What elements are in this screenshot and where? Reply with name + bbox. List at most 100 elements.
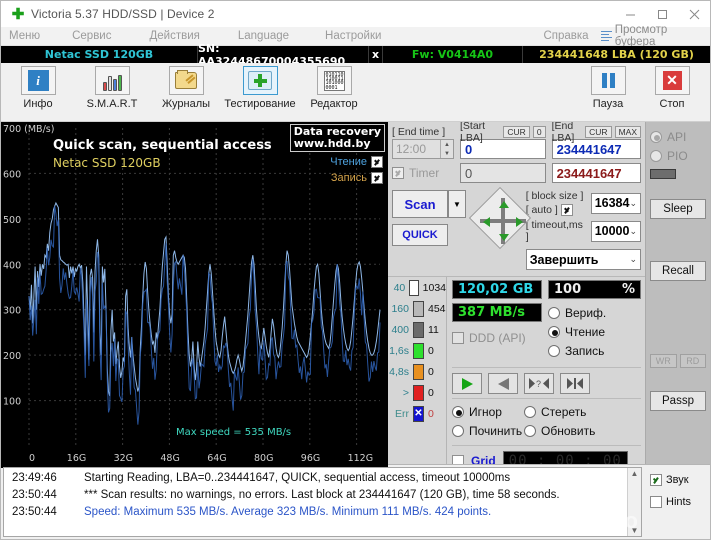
action-ignore-radio[interactable] — [452, 405, 464, 418]
ddd-api-checkbox[interactable] — [452, 331, 464, 344]
mode-write[interactable]: Запись — [548, 341, 641, 360]
action-repair-radio[interactable] — [452, 424, 464, 437]
timing-count: 0 — [428, 386, 434, 399]
timing-threshold: > — [402, 386, 409, 399]
end-lba-input[interactable]: 234441647 — [551, 139, 641, 159]
log-text: Speed: Maximum 535 MB/s. Average 323 MB/… — [84, 506, 492, 518]
svg-text:48G: 48G — [160, 453, 179, 464]
device-lba-capacity: 234441648 LBA (120 GB) — [539, 48, 694, 61]
block-size-label: [ block size ] — [525, 190, 584, 202]
svg-text:32G: 32G — [114, 453, 133, 464]
toolbar-right-group: Пауза ✕ Стоп — [576, 63, 710, 110]
mode-read[interactable]: Чтение — [548, 322, 641, 341]
mode-verify-radio[interactable] — [548, 306, 560, 319]
timing-count: 0 — [428, 365, 434, 378]
legend-item-write[interactable]: Запись — [330, 172, 383, 184]
legend-label-write: Запись — [330, 172, 367, 184]
action-erase[interactable]: Стереть — [524, 402, 641, 421]
dpad-left-icon[interactable] — [483, 217, 490, 227]
svg-text:200: 200 — [3, 351, 21, 362]
device-serial: SN: AA32448670004355690 — [197, 42, 369, 68]
rail-api-row[interactable]: API — [650, 127, 706, 146]
dpad-down-icon[interactable] — [499, 234, 509, 241]
hints-checkbox[interactable] — [650, 496, 662, 508]
play-button[interactable] — [452, 373, 482, 394]
timer-checkbox[interactable] — [392, 166, 404, 179]
api-radio[interactable] — [650, 130, 662, 143]
capacity-display: 120,02 GB — [452, 280, 542, 299]
action-repair[interactable]: Починить — [452, 421, 522, 440]
hints-option[interactable]: Hints — [650, 491, 710, 513]
scan-button[interactable]: Scan — [392, 190, 448, 218]
rewind-button[interactable] — [488, 373, 518, 394]
start-lba-header: [Start LBA] CUR 0 — [460, 120, 546, 144]
ddd-api-row[interactable]: DDD (API) — [452, 328, 542, 347]
passport-button[interactable]: Passp — [650, 391, 706, 411]
start-lba-secondary[interactable]: 0 — [460, 163, 546, 183]
timer-checkbox-row[interactable]: Timer — [392, 163, 454, 182]
end-lba-cur-button[interactable]: CUR — [585, 126, 612, 138]
toolbar-button-testing[interactable]: Тестирование — [223, 63, 297, 110]
recall-button[interactable]: Recall — [650, 261, 706, 281]
sleep-button[interactable]: Sleep — [650, 199, 706, 219]
end-lba-secondary[interactable]: 234441647 — [551, 163, 641, 183]
timing-count: 11 — [428, 323, 439, 336]
legend-item-read[interactable]: Чтение — [330, 156, 383, 168]
pio-radio[interactable] — [650, 149, 662, 162]
menu-item-service[interactable]: Сервис — [52, 27, 123, 46]
quick-button[interactable]: QUICK — [392, 224, 448, 246]
svg-text:100: 100 — [3, 397, 21, 408]
mode-read-radio[interactable] — [548, 325, 560, 338]
main-toolbar: i Инфо S.M.A.R.T Журналы Тестирование 01… — [1, 63, 710, 122]
percent-value: 100 — [554, 282, 582, 297]
action-erase-radio[interactable] — [524, 405, 536, 418]
svg-text:300: 300 — [3, 306, 21, 317]
end-lba-max-button[interactable]: MAX — [614, 126, 641, 138]
legend-checkbox-write[interactable] — [371, 172, 383, 184]
finish-action-select[interactable]: Завершить ⌄ — [525, 249, 641, 270]
rail-pio-row[interactable]: PIO — [650, 146, 706, 165]
block-size-select[interactable]: 16384 ⌄ — [590, 192, 641, 214]
log-text: *** Scan results: no warnings, no errors… — [84, 489, 560, 501]
toolbar-button-pause[interactable]: Пауза — [576, 63, 640, 110]
timeout-select[interactable]: 10000 ⌄ — [590, 220, 641, 242]
menu-item-menu[interactable]: Меню — [1, 27, 52, 46]
scan-params-group: [ block size ] [ auto ] 16384 ⌄ [timeou… — [525, 190, 641, 270]
sound-option[interactable]: Звук — [650, 469, 710, 491]
toolbar-button-stop[interactable]: ✕ Стоп — [640, 63, 704, 110]
start-lba-cur-button[interactable]: CUR — [503, 126, 530, 138]
scan-button-group: Scan ▼ QUICK — [392, 190, 466, 270]
dpad-right-icon[interactable] — [516, 217, 523, 227]
log-time: 23:50:44 — [12, 506, 57, 518]
toolbar-button-info[interactable]: i Инфо — [1, 63, 75, 110]
action-ignore[interactable]: Игнор — [452, 402, 520, 421]
skip-end-button[interactable] — [560, 373, 590, 394]
auto-checkbox[interactable] — [560, 204, 573, 216]
toolbar-button-logs[interactable]: Журналы — [149, 63, 223, 110]
dpad-up-icon[interactable] — [499, 201, 509, 208]
action-refresh-radio[interactable] — [524, 424, 536, 437]
toolbar-button-smart[interactable]: S.M.A.R.T — [75, 63, 149, 110]
end-time-spinner[interactable]: 12:00 ▲ ▼ — [392, 139, 454, 159]
scroll-down-icon[interactable]: ▼ — [631, 526, 639, 535]
buffer-view-button[interactable]: Просмотр буфера — [600, 24, 710, 48]
legend-checkbox-read[interactable] — [371, 156, 383, 168]
info-icon: i — [27, 70, 49, 91]
direction-pad[interactable] — [468, 186, 532, 252]
toolbar-button-editor[interactable]: 010110 110011 101000 0001 Редактор — [297, 63, 371, 110]
scroll-up-icon[interactable]: ▲ — [631, 469, 639, 478]
device-sn-clear-button[interactable]: x — [369, 46, 383, 63]
pause-icon — [601, 73, 615, 88]
action-refresh[interactable]: Обновить — [524, 421, 641, 440]
svg-text:Quick scan, sequential access: Quick scan, sequential access — [53, 138, 272, 153]
mode-verify[interactable]: Вериф. — [548, 303, 641, 322]
timing-swatch — [409, 279, 419, 296]
scan-dropdown-icon[interactable]: ▼ — [448, 190, 466, 218]
skip-query-button[interactable]: ? — [524, 373, 554, 394]
start-lba-zero-button[interactable]: 0 — [532, 126, 546, 138]
sound-checkbox[interactable] — [650, 474, 662, 486]
mode-write-radio[interactable] — [548, 344, 560, 357]
menu-item-help[interactable]: Справка — [393, 27, 600, 46]
log-options: Звук Hints — [644, 465, 710, 539]
log-scrollbar[interactable]: ▲ ▼ — [627, 468, 641, 536]
